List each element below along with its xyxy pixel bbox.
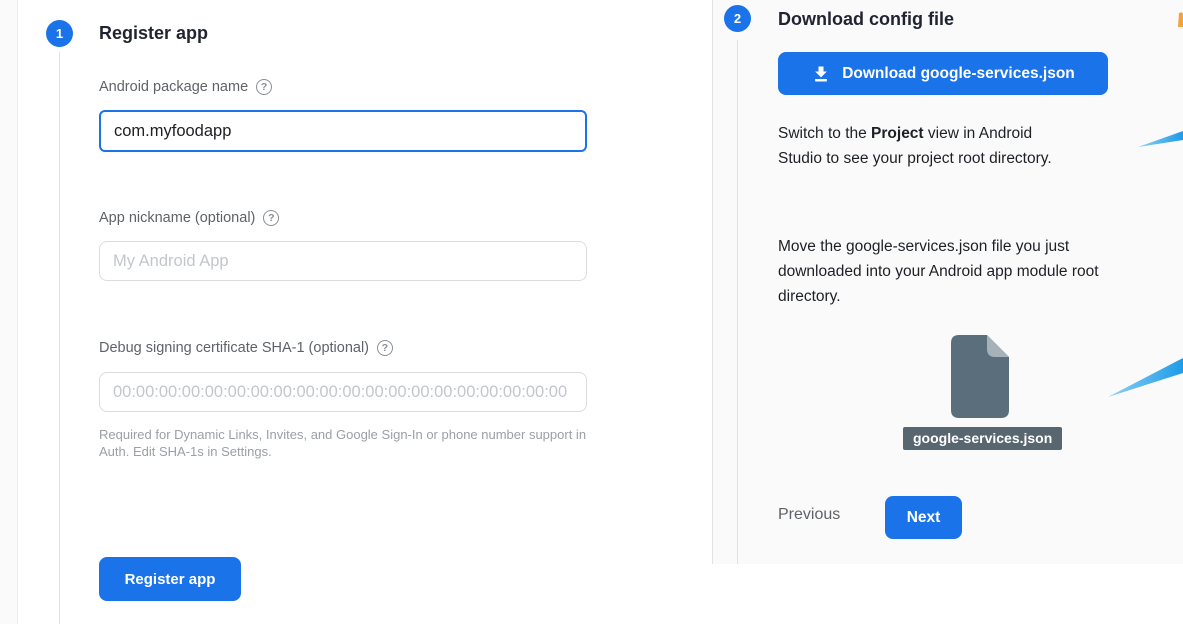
package-name-label: Android package name ?	[99, 79, 272, 95]
app-nickname-input[interactable]	[99, 241, 587, 281]
step2-number-badge: 2	[724, 5, 751, 32]
previous-button[interactable]: Previous	[778, 506, 840, 524]
package-name-input[interactable]	[99, 110, 587, 152]
app-nickname-label: App nickname (optional) ?	[99, 210, 279, 226]
sha1-input[interactable]	[99, 372, 587, 412]
app-nickname-help-icon[interactable]: ?	[263, 210, 279, 226]
step1-number: 1	[56, 26, 63, 41]
step2-title: Download config file	[778, 9, 954, 30]
sha1-label: Debug signing certificate SHA-1 (optiona…	[99, 340, 393, 356]
step1-number-badge: 1	[46, 20, 73, 47]
download-icon	[811, 64, 831, 84]
project-bold-word: Project	[871, 125, 924, 142]
package-name-help-icon[interactable]: ?	[256, 79, 272, 95]
download-config-button[interactable]: Download google-services.json	[778, 52, 1108, 95]
move-file-text: Move the google-services.json file you j…	[778, 234, 1138, 309]
download-config-label: Download google-services.json	[842, 65, 1075, 83]
sha1-help-icon[interactable]: ?	[377, 340, 393, 356]
next-button[interactable]: Next	[885, 496, 962, 539]
json-file-badge: google-services.json	[903, 427, 1062, 450]
step2-connector-line	[737, 40, 738, 564]
step2-number: 2	[734, 11, 741, 26]
step1-connector-line	[59, 52, 60, 624]
sha1-helper-text: Required for Dynamic Links, Invites, and…	[99, 426, 664, 460]
switch-project-text: Switch to the Project view in Android St…	[778, 121, 1123, 171]
left-gutter	[0, 0, 18, 624]
register-app-button[interactable]: Register app	[99, 557, 241, 601]
firebase-add-app-wizard: 1 Register app Android package name ? Ap…	[0, 0, 1183, 624]
step1-title: Register app	[99, 23, 208, 44]
